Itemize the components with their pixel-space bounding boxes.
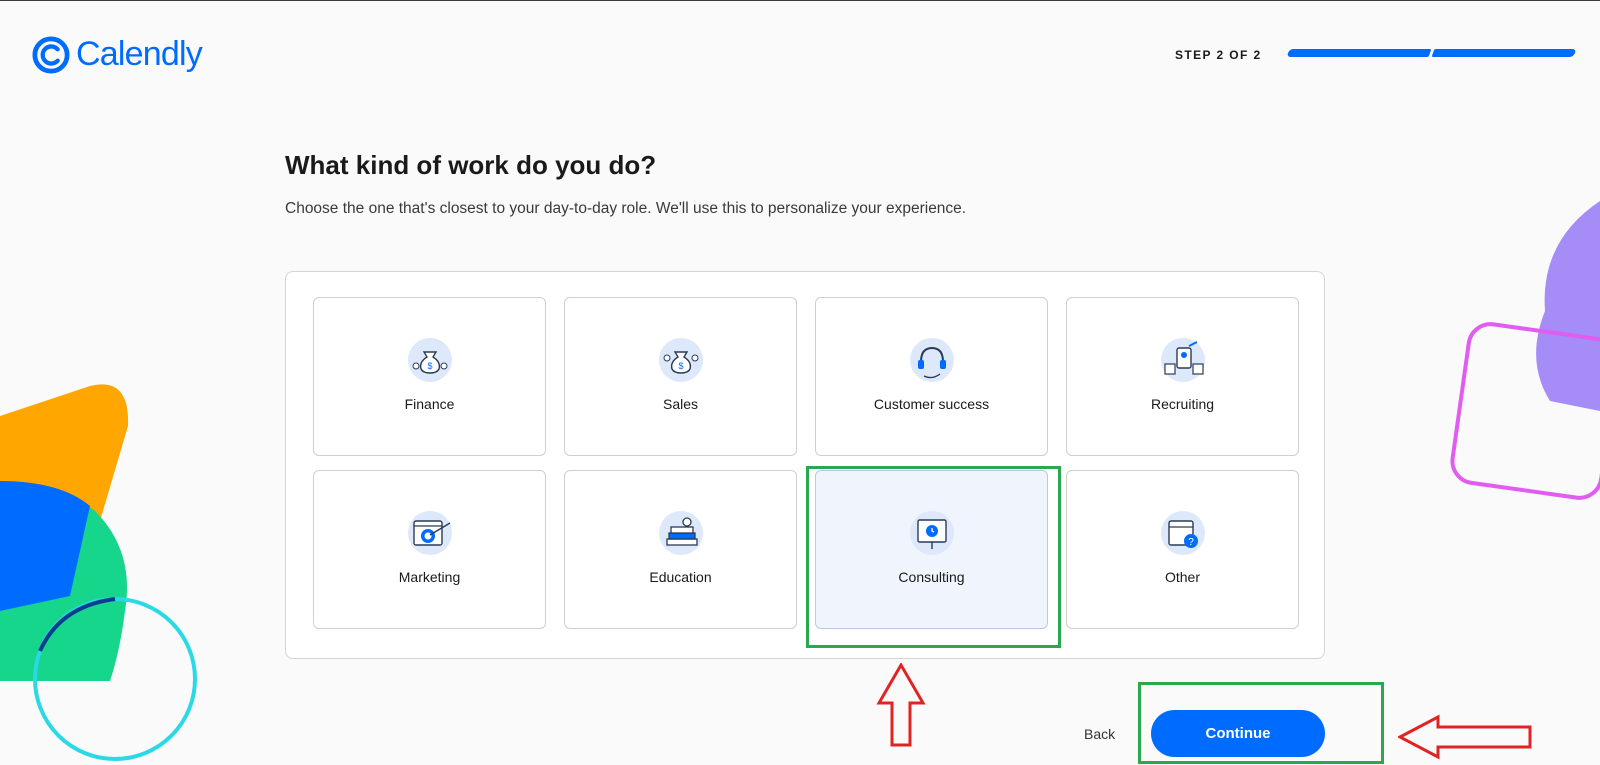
role-card-education[interactable]: Education: [564, 470, 797, 629]
role-options-panel: $ Finance $ Sales Customer success Recru…: [285, 271, 1325, 659]
calendly-logo[interactable]: Calendly: [32, 35, 203, 74]
role-card-recruiting[interactable]: Recruiting: [1066, 297, 1299, 456]
role-label: Other: [1164, 569, 1200, 585]
headset-icon: [909, 338, 954, 382]
page-subtitle: Choose the one that's closest to your da…: [285, 200, 967, 217]
books-apple-icon: [658, 511, 703, 555]
calendly-logo-icon: [32, 35, 70, 74]
role-label: Sales: [662, 396, 699, 412]
svg-text:?: ?: [1188, 537, 1194, 548]
annotation-left-arrow: [1398, 714, 1532, 760]
step-indicator: STEP 2 OF 2: [1175, 48, 1262, 62]
decorative-shapes-right: [1450, 201, 1600, 500]
money-bag-icon: $: [407, 338, 452, 382]
role-label: Marketing: [398, 569, 461, 585]
role-card-other[interactable]: ? Other: [1066, 470, 1299, 629]
role-card-finance[interactable]: $ Finance: [313, 297, 546, 456]
svg-text:$: $: [678, 361, 683, 371]
role-card-customer-success[interactable]: Customer success: [815, 297, 1048, 456]
money-bag-icon: $: [658, 338, 703, 382]
role-label: Finance: [404, 396, 455, 412]
role-label: Education: [649, 569, 712, 585]
calendar-question-icon: ?: [1160, 511, 1205, 555]
progress-bar: [1286, 49, 1576, 59]
decorative-shapes-left: [0, 384, 197, 761]
logo-wordmark: Calendly: [76, 35, 203, 73]
role-card-sales[interactable]: $ Sales: [564, 297, 797, 456]
back-button[interactable]: Back: [1084, 726, 1115, 742]
annotation-up-arrow: [876, 663, 926, 747]
annotation-highlight-continue: [1138, 682, 1384, 764]
role-label: Customer success: [873, 396, 990, 412]
role-label: Recruiting: [1150, 396, 1215, 412]
page-title: What kind of work do you do?: [285, 150, 657, 180]
target-browser-icon: [407, 511, 452, 555]
annotation-highlight-consulting: [806, 466, 1061, 648]
role-card-marketing[interactable]: Marketing: [313, 470, 546, 629]
candidate-profile-icon: [1160, 338, 1205, 382]
svg-text:$: $: [427, 361, 432, 371]
progress-segment-2: [1431, 49, 1576, 57]
progress-segment-1: [1286, 49, 1431, 57]
